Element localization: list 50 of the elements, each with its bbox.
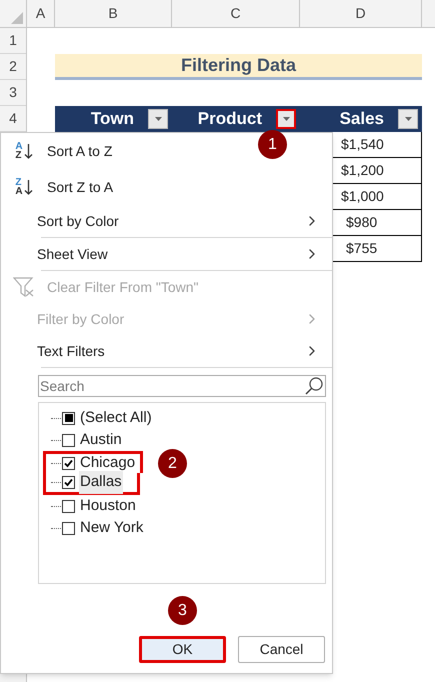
corner-triangle-icon xyxy=(11,12,23,24)
header-label: Product xyxy=(198,108,262,130)
filter-dropdown-button[interactable] xyxy=(148,109,168,129)
column-header[interactable]: B xyxy=(55,0,172,27)
dropdown-arrow-icon xyxy=(154,117,162,121)
dialog-button[interactable]: Cancel xyxy=(238,636,325,663)
menu-item[interactable]: Z A Sort Z to A xyxy=(1,169,126,205)
filter-dropdown-button[interactable] xyxy=(398,109,418,129)
filter-item-label: Chicago xyxy=(79,453,136,474)
title-cell: Filtering Data xyxy=(55,54,422,80)
column-header[interactable]: D xyxy=(300,0,422,27)
header-label: Sales xyxy=(340,108,384,130)
row-header[interactable]: 3 xyxy=(0,80,26,106)
dialog-button[interactable]: OK xyxy=(139,636,226,663)
filter-item-label: Austin xyxy=(79,430,123,450)
checkbox[interactable] xyxy=(62,457,75,470)
filter-list-item[interactable]: Houston xyxy=(43,495,144,517)
filter-item-label: Houston xyxy=(79,496,137,516)
search-icon xyxy=(304,376,324,396)
filter-item-label: Dallas xyxy=(79,471,123,494)
menu-item-label: Sort by Color xyxy=(37,212,119,231)
filter-list-item[interactable]: New York xyxy=(43,517,152,539)
header-label: Town xyxy=(90,108,134,130)
menu-item-label: Sort A to Z xyxy=(47,142,112,160)
menu-item-label: Clear Filter From "Town" xyxy=(47,278,199,296)
dropdown-arrow-icon xyxy=(282,117,290,121)
menu-item[interactable]: Text Filters xyxy=(1,335,332,367)
filter-list-item[interactable]: Dallas xyxy=(43,473,140,495)
row-header[interactable]: 1 xyxy=(0,28,26,54)
checkbox[interactable] xyxy=(62,476,75,489)
checkbox[interactable] xyxy=(62,434,75,446)
filter-item-label: (Select All) xyxy=(79,408,153,428)
menu-item-label: Sheet View xyxy=(37,244,108,264)
filter-list-item[interactable]: (Select All) xyxy=(43,407,160,429)
menu-item-label: Sort Z to A xyxy=(47,178,114,196)
column-header[interactable]: A xyxy=(27,0,55,27)
checkbox[interactable] xyxy=(62,412,75,424)
menu-item-label: Filter by Color xyxy=(37,310,124,329)
filter-dropdown-button[interactable] xyxy=(276,109,296,129)
dropdown-arrow-icon xyxy=(404,117,412,121)
checkbox[interactable] xyxy=(62,500,75,512)
search-field[interactable]: Search xyxy=(38,375,326,397)
row-header[interactable]: 2 xyxy=(0,54,26,80)
filter-item-label: New York xyxy=(79,518,144,538)
menu-item-label: Text Filters xyxy=(37,342,105,360)
filter-list-item[interactable]: Austin xyxy=(43,429,140,451)
checkbox[interactable] xyxy=(62,522,75,534)
column-header[interactable]: C xyxy=(172,0,300,27)
clear-filter-icon xyxy=(13,277,35,297)
menu-item[interactable]: A Z Sort A to Z xyxy=(1,133,124,169)
